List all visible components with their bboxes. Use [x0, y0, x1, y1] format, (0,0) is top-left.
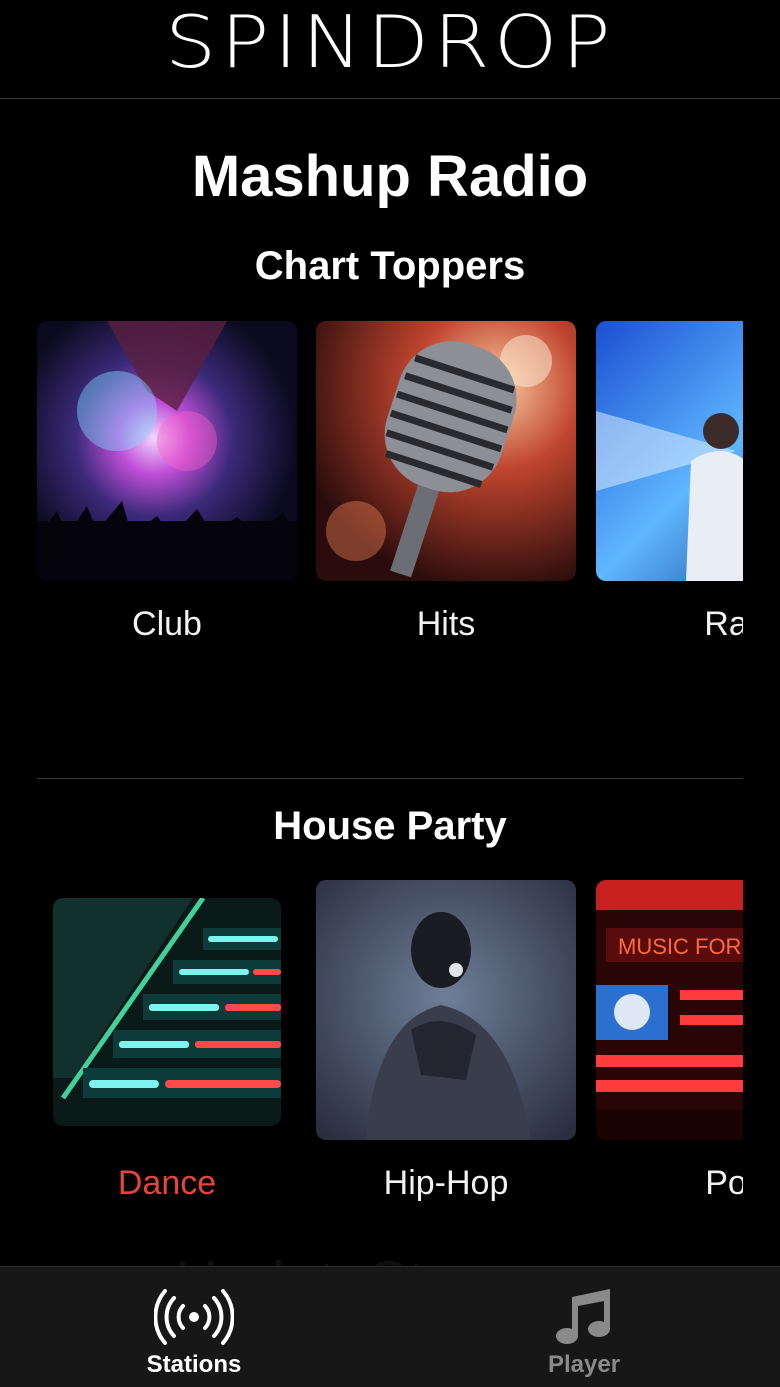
station-label: Ra [704, 605, 743, 643]
page-title: Mashup Radio [191, 144, 589, 209]
tab-stations[interactable]: Stations [94, 1267, 294, 1387]
station-label: Club [132, 605, 202, 643]
svg-text:MUSIC FOR TH: MUSIC FOR TH [618, 934, 743, 959]
ra-artwork [596, 321, 743, 581]
house-party-carousel[interactable]: Dance Hip-Hop MUSIC FOR Po [0, 880, 743, 1220]
club-artwork [37, 321, 297, 581]
dance-artwork [53, 898, 281, 1126]
section-title-house-party: House Party [273, 804, 507, 848]
chart-toppers-carousel[interactable]: Club Hits Ra [0, 321, 743, 661]
station-label: Po [705, 1164, 743, 1202]
station-label: Hits [416, 605, 476, 643]
hits-artwork [316, 321, 576, 581]
section-divider [37, 778, 743, 779]
app-header: SPINDROP [0, 0, 780, 99]
tab-bar: Stations Player [0, 1266, 780, 1387]
station-label-selected: Dance [117, 1164, 217, 1202]
spindrop-logo: SPINDROP [165, 0, 615, 84]
hip-hop-artwork [316, 880, 576, 1140]
station-label: Hip-Hop [383, 1164, 509, 1202]
music-note-icon [554, 1289, 614, 1350]
tab-player[interactable]: Player [484, 1267, 684, 1387]
tab-label: Player [547, 1351, 621, 1378]
po-artwork: MUSIC FOR TH [596, 880, 743, 1140]
broadcast-icon [153, 1289, 235, 1350]
section-title-chart-toppers: Chart Toppers [254, 244, 526, 288]
tab-label: Stations [146, 1351, 242, 1378]
